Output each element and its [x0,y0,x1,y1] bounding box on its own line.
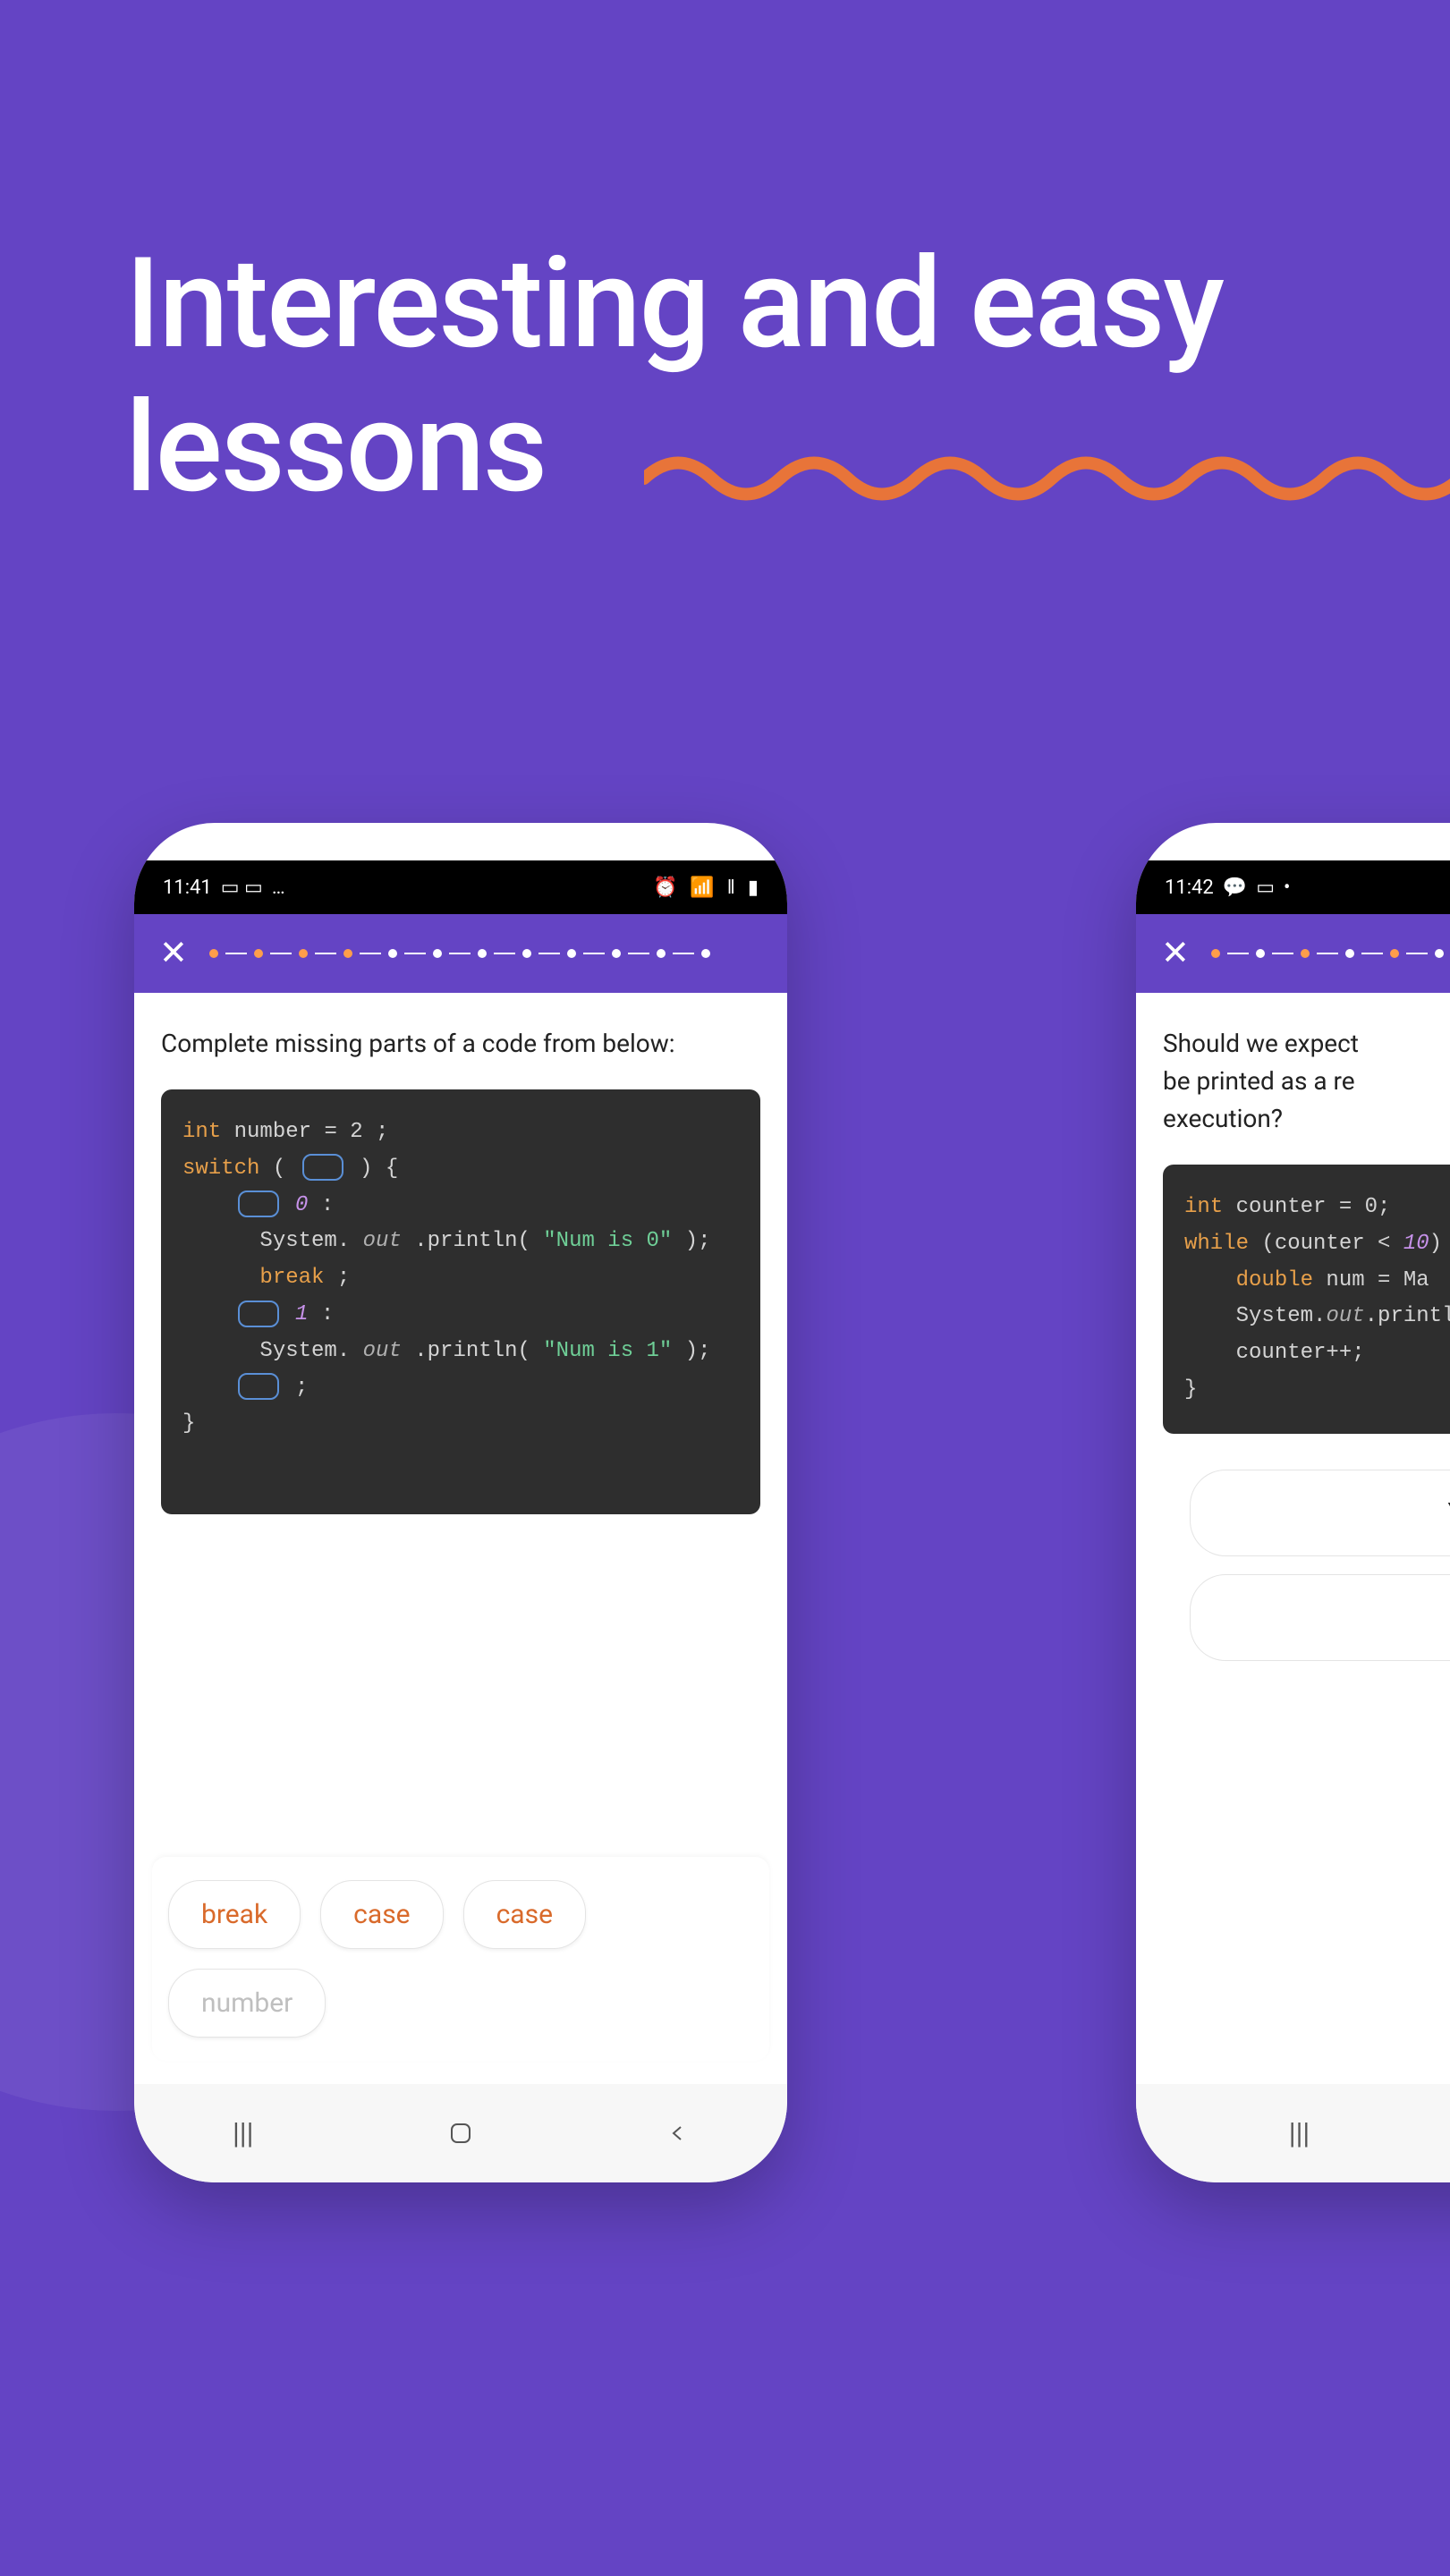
recent-apps-icon[interactable]: ||| [1282,2115,1318,2151]
status-dots: … [272,877,285,899]
chip-case[interactable]: case [463,1880,586,1949]
status-time: 11:42 [1165,877,1214,899]
answer-chips-area: break case case number [152,1857,769,2061]
squiggle-underline [644,452,1450,505]
question-text: Should we expect be printed as a re exec… [1163,1025,1450,1138]
blank-slot[interactable] [238,1373,279,1400]
wifi-icon: 📶 [690,877,714,899]
answer-no-button[interactable]: N [1190,1574,1450,1661]
headline-line1: Interesting and easy [125,231,1223,377]
back-icon[interactable] [660,2115,696,2151]
status-bar: 11:42 💬 ▭ • [1136,860,1450,914]
code-block: int number = 2 ; switch ( ) { 0 : System… [161,1089,760,1514]
home-icon[interactable] [443,2115,479,2151]
status-notification-icon: ▭ [1256,877,1275,899]
close-icon[interactable]: ✕ [1161,936,1190,970]
app-header: ✕ [1136,914,1450,993]
blank-slot[interactable] [302,1154,343,1181]
android-nav-bar: ||| [1136,2084,1450,2182]
status-notification-icon: ▭ ▭ [221,877,263,899]
question-text: Complete missing parts of a code from be… [161,1025,760,1063]
progress-indicator [209,949,762,958]
app-header: ✕ [134,914,787,993]
battery-icon: ▮ [748,877,759,899]
close-icon[interactable]: ✕ [159,936,188,970]
status-dots: • [1284,877,1290,899]
lesson-content: Complete missing parts of a code from be… [134,993,787,1546]
lesson-content: Should we expect be printed as a re exec… [1136,993,1450,1711]
blank-slot[interactable] [238,1191,279,1217]
alarm-icon: ⏰ [653,877,677,899]
android-nav-bar: ||| [134,2084,787,2182]
status-time: 11:41 [163,877,212,899]
chip-number[interactable]: number [168,1969,326,2038]
answer-yes-button[interactable]: Ye [1190,1470,1450,1556]
code-block: int counter = 0; while (counter < 10) do… [1163,1165,1450,1434]
chip-case[interactable]: case [320,1880,443,1949]
signal-icon: ‖ [727,876,735,899]
progress-indicator [1211,949,1450,958]
phone-mockup-2: 11:42 💬 ▭ • ✕ Should we expect be printe… [1136,823,1450,2182]
status-messenger-icon: 💬 [1223,877,1247,899]
chip-break[interactable]: break [168,1880,301,1949]
phone-mockup-1: 11:41 ▭ ▭ … ⏰ 📶 ‖ ▮ ✕ Complete m [134,823,787,2182]
blank-slot[interactable] [238,1301,279,1327]
recent-apps-icon[interactable]: ||| [225,2115,261,2151]
status-bar: 11:41 ▭ ▭ … ⏰ 📶 ‖ ▮ [134,860,787,914]
headline-line2: lessons [125,375,546,521]
